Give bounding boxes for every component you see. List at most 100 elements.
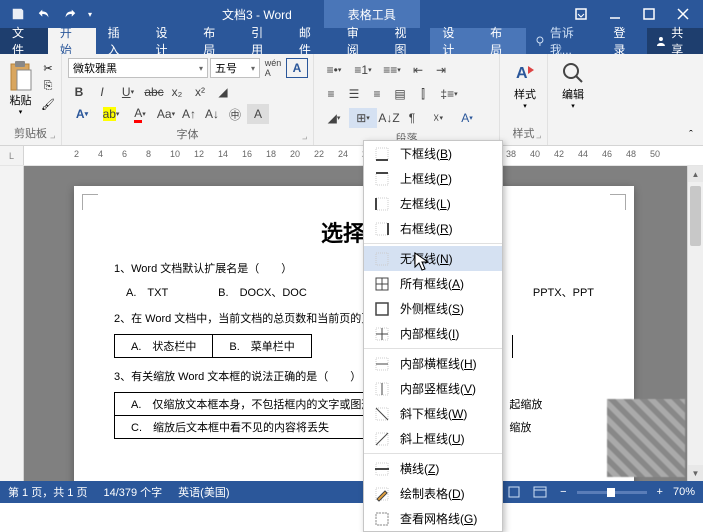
- login-button[interactable]: 登录: [604, 28, 648, 54]
- text-direction-button[interactable]: ☓▾: [424, 108, 452, 128]
- ribbon-options-icon[interactable]: [571, 4, 591, 24]
- char-border-icon[interactable]: A: [286, 58, 308, 78]
- vertical-ruler[interactable]: [0, 166, 24, 481]
- border-menu-all[interactable]: 所有框线(A): [364, 271, 502, 296]
- paste-button[interactable]: 粘贴 ▾: [4, 56, 37, 116]
- align-center-button[interactable]: ☰: [343, 84, 365, 104]
- show-marks-button[interactable]: ¶: [401, 108, 423, 128]
- status-language[interactable]: 英语(美国): [178, 484, 229, 500]
- tab-table-layout[interactable]: 布局: [478, 28, 526, 54]
- border-menu-diagdown[interactable]: 斜下框线(W): [364, 401, 502, 426]
- tab-insert[interactable]: 插入: [96, 28, 144, 54]
- format-painter-icon[interactable]: 🖌: [39, 96, 57, 112]
- close-icon[interactable]: [673, 4, 693, 24]
- font-size-combo[interactable]: 五号▾: [210, 58, 260, 78]
- tab-design[interactable]: 设计: [143, 28, 191, 54]
- numbering-button[interactable]: ≡1▾: [349, 60, 377, 80]
- font-name-combo[interactable]: 微软雅黑▾: [68, 58, 208, 78]
- bold-button[interactable]: B: [68, 82, 90, 102]
- highlight-button[interactable]: ab▾: [97, 104, 125, 124]
- borders-button[interactable]: ⊞▾: [349, 108, 377, 128]
- zoom-out-button[interactable]: −: [556, 486, 570, 498]
- borders-dropdown-menu: 下框线(B)上框线(P)左框线(L)右框线(R) 无框线(N)所有框线(A)外侧框…: [363, 140, 503, 532]
- scroll-thumb[interactable]: [690, 186, 701, 246]
- zoom-level[interactable]: 70%: [673, 486, 695, 498]
- border-menu-right[interactable]: 右框线(R): [364, 216, 502, 241]
- editing-button[interactable]: 编辑▾: [552, 56, 594, 114]
- border-menu-bottom[interactable]: 下框线(B): [364, 141, 502, 166]
- border-menu-left[interactable]: 左框线(L): [364, 191, 502, 216]
- bullets-button[interactable]: ≡•▾: [320, 60, 348, 80]
- text-effects-button[interactable]: A ▾: [68, 104, 96, 124]
- document-scroll[interactable]: 选择题 1、Word 文档默认扩展名是（ ） A. TXT B. DOCX、DO…: [24, 166, 687, 481]
- align-right-button[interactable]: ≡: [366, 84, 388, 104]
- qat-customize-icon[interactable]: ▾: [84, 2, 96, 26]
- collapse-ribbon-icon[interactable]: ˆ: [683, 127, 699, 143]
- border-menu-ivert[interactable]: 内部竖框线(V): [364, 376, 502, 401]
- increase-indent-button[interactable]: ⇥: [430, 60, 452, 80]
- document-title: 文档3 - Word: [222, 6, 292, 23]
- tab-layout[interactable]: 布局: [191, 28, 239, 54]
- justify-button[interactable]: ▤: [389, 84, 411, 104]
- border-menu-inside[interactable]: 内部框线(I): [364, 321, 502, 346]
- zoom-in-button[interactable]: +: [653, 486, 667, 498]
- tab-file[interactable]: 文件: [0, 28, 48, 54]
- undo-icon[interactable]: [32, 2, 56, 26]
- tab-references[interactable]: 引用: [239, 28, 287, 54]
- copy-icon[interactable]: ⎘: [39, 78, 57, 94]
- snap-button[interactable]: A▾: [453, 108, 481, 128]
- scroll-down-icon[interactable]: ▼: [688, 465, 703, 481]
- scroll-up-icon[interactable]: ▲: [688, 166, 703, 182]
- enclose-char-button[interactable]: ㊥: [224, 104, 246, 124]
- view-web-icon[interactable]: [530, 484, 550, 500]
- line-spacing-button[interactable]: ‡≡▾: [435, 84, 463, 104]
- font-color-button[interactable]: A▾: [126, 104, 154, 124]
- cut-icon[interactable]: ✂: [39, 60, 57, 76]
- align-left-button[interactable]: ≡: [320, 84, 342, 104]
- save-icon[interactable]: [6, 2, 30, 26]
- sort-button[interactable]: A↓Z: [378, 108, 400, 128]
- clear-format-icon[interactable]: ◢: [212, 82, 234, 102]
- status-page[interactable]: 第 1 页，共 1 页: [8, 484, 87, 500]
- decrease-indent-button[interactable]: ⇤: [407, 60, 429, 80]
- quick-access-toolbar: ▾: [0, 2, 102, 26]
- superscript-button[interactable]: x²: [189, 82, 211, 102]
- distribute-button[interactable]: ⫿: [412, 84, 434, 104]
- border-menu-none[interactable]: 无框线(N): [364, 246, 502, 271]
- zoom-slider-thumb[interactable]: [607, 488, 615, 497]
- border-menu-hline[interactable]: 横线(Z): [364, 456, 502, 481]
- phonetic-guide-icon[interactable]: wénA: [262, 58, 284, 78]
- subscript-button[interactable]: x₂: [166, 82, 188, 102]
- shrink-font-button[interactable]: A↓: [201, 104, 223, 124]
- minimize-icon[interactable]: [605, 4, 625, 24]
- strikethrough-button[interactable]: abc: [143, 82, 165, 102]
- border-menu-ihoriz[interactable]: 内部横框线(H): [364, 351, 502, 376]
- zoom-slider[interactable]: [577, 491, 647, 494]
- tab-view[interactable]: 视图: [383, 28, 431, 54]
- shading-button[interactable]: ◢▾: [320, 108, 348, 128]
- share-button[interactable]: 共享: [647, 28, 703, 54]
- maximize-icon[interactable]: [639, 4, 659, 24]
- grow-font-button[interactable]: A↑: [178, 104, 200, 124]
- tab-mailings[interactable]: 邮件: [287, 28, 335, 54]
- redo-icon[interactable]: [58, 2, 82, 26]
- border-menu-top[interactable]: 上框线(P): [364, 166, 502, 191]
- underline-button[interactable]: U ▾: [114, 82, 142, 102]
- char-shading-button[interactable]: A: [247, 104, 269, 124]
- change-case-button[interactable]: Aa▾: [155, 104, 177, 124]
- status-word-count[interactable]: 14/379 个字: [103, 484, 162, 500]
- border-menu-diagup[interactable]: 斜上框线(U): [364, 426, 502, 451]
- border-menu-outside[interactable]: 外侧框线(S): [364, 296, 502, 321]
- border-menu-draw[interactable]: 绘制表格(D): [364, 481, 502, 506]
- tab-home[interactable]: 开始: [48, 28, 96, 54]
- border-bottom-icon: [374, 146, 390, 162]
- border-menu-grid[interactable]: 查看网格线(G): [364, 506, 502, 531]
- vertical-scrollbar[interactable]: ▲ ▼: [687, 166, 703, 481]
- tab-review[interactable]: 审阅: [335, 28, 383, 54]
- italic-button[interactable]: I: [91, 82, 113, 102]
- multilevel-button[interactable]: ≡≡▾: [378, 60, 406, 80]
- view-print-icon[interactable]: [504, 484, 524, 500]
- tab-table-design[interactable]: 设计: [430, 28, 478, 54]
- tell-me[interactable]: 告诉我...: [526, 28, 604, 54]
- styles-button[interactable]: A样式▾: [504, 56, 546, 114]
